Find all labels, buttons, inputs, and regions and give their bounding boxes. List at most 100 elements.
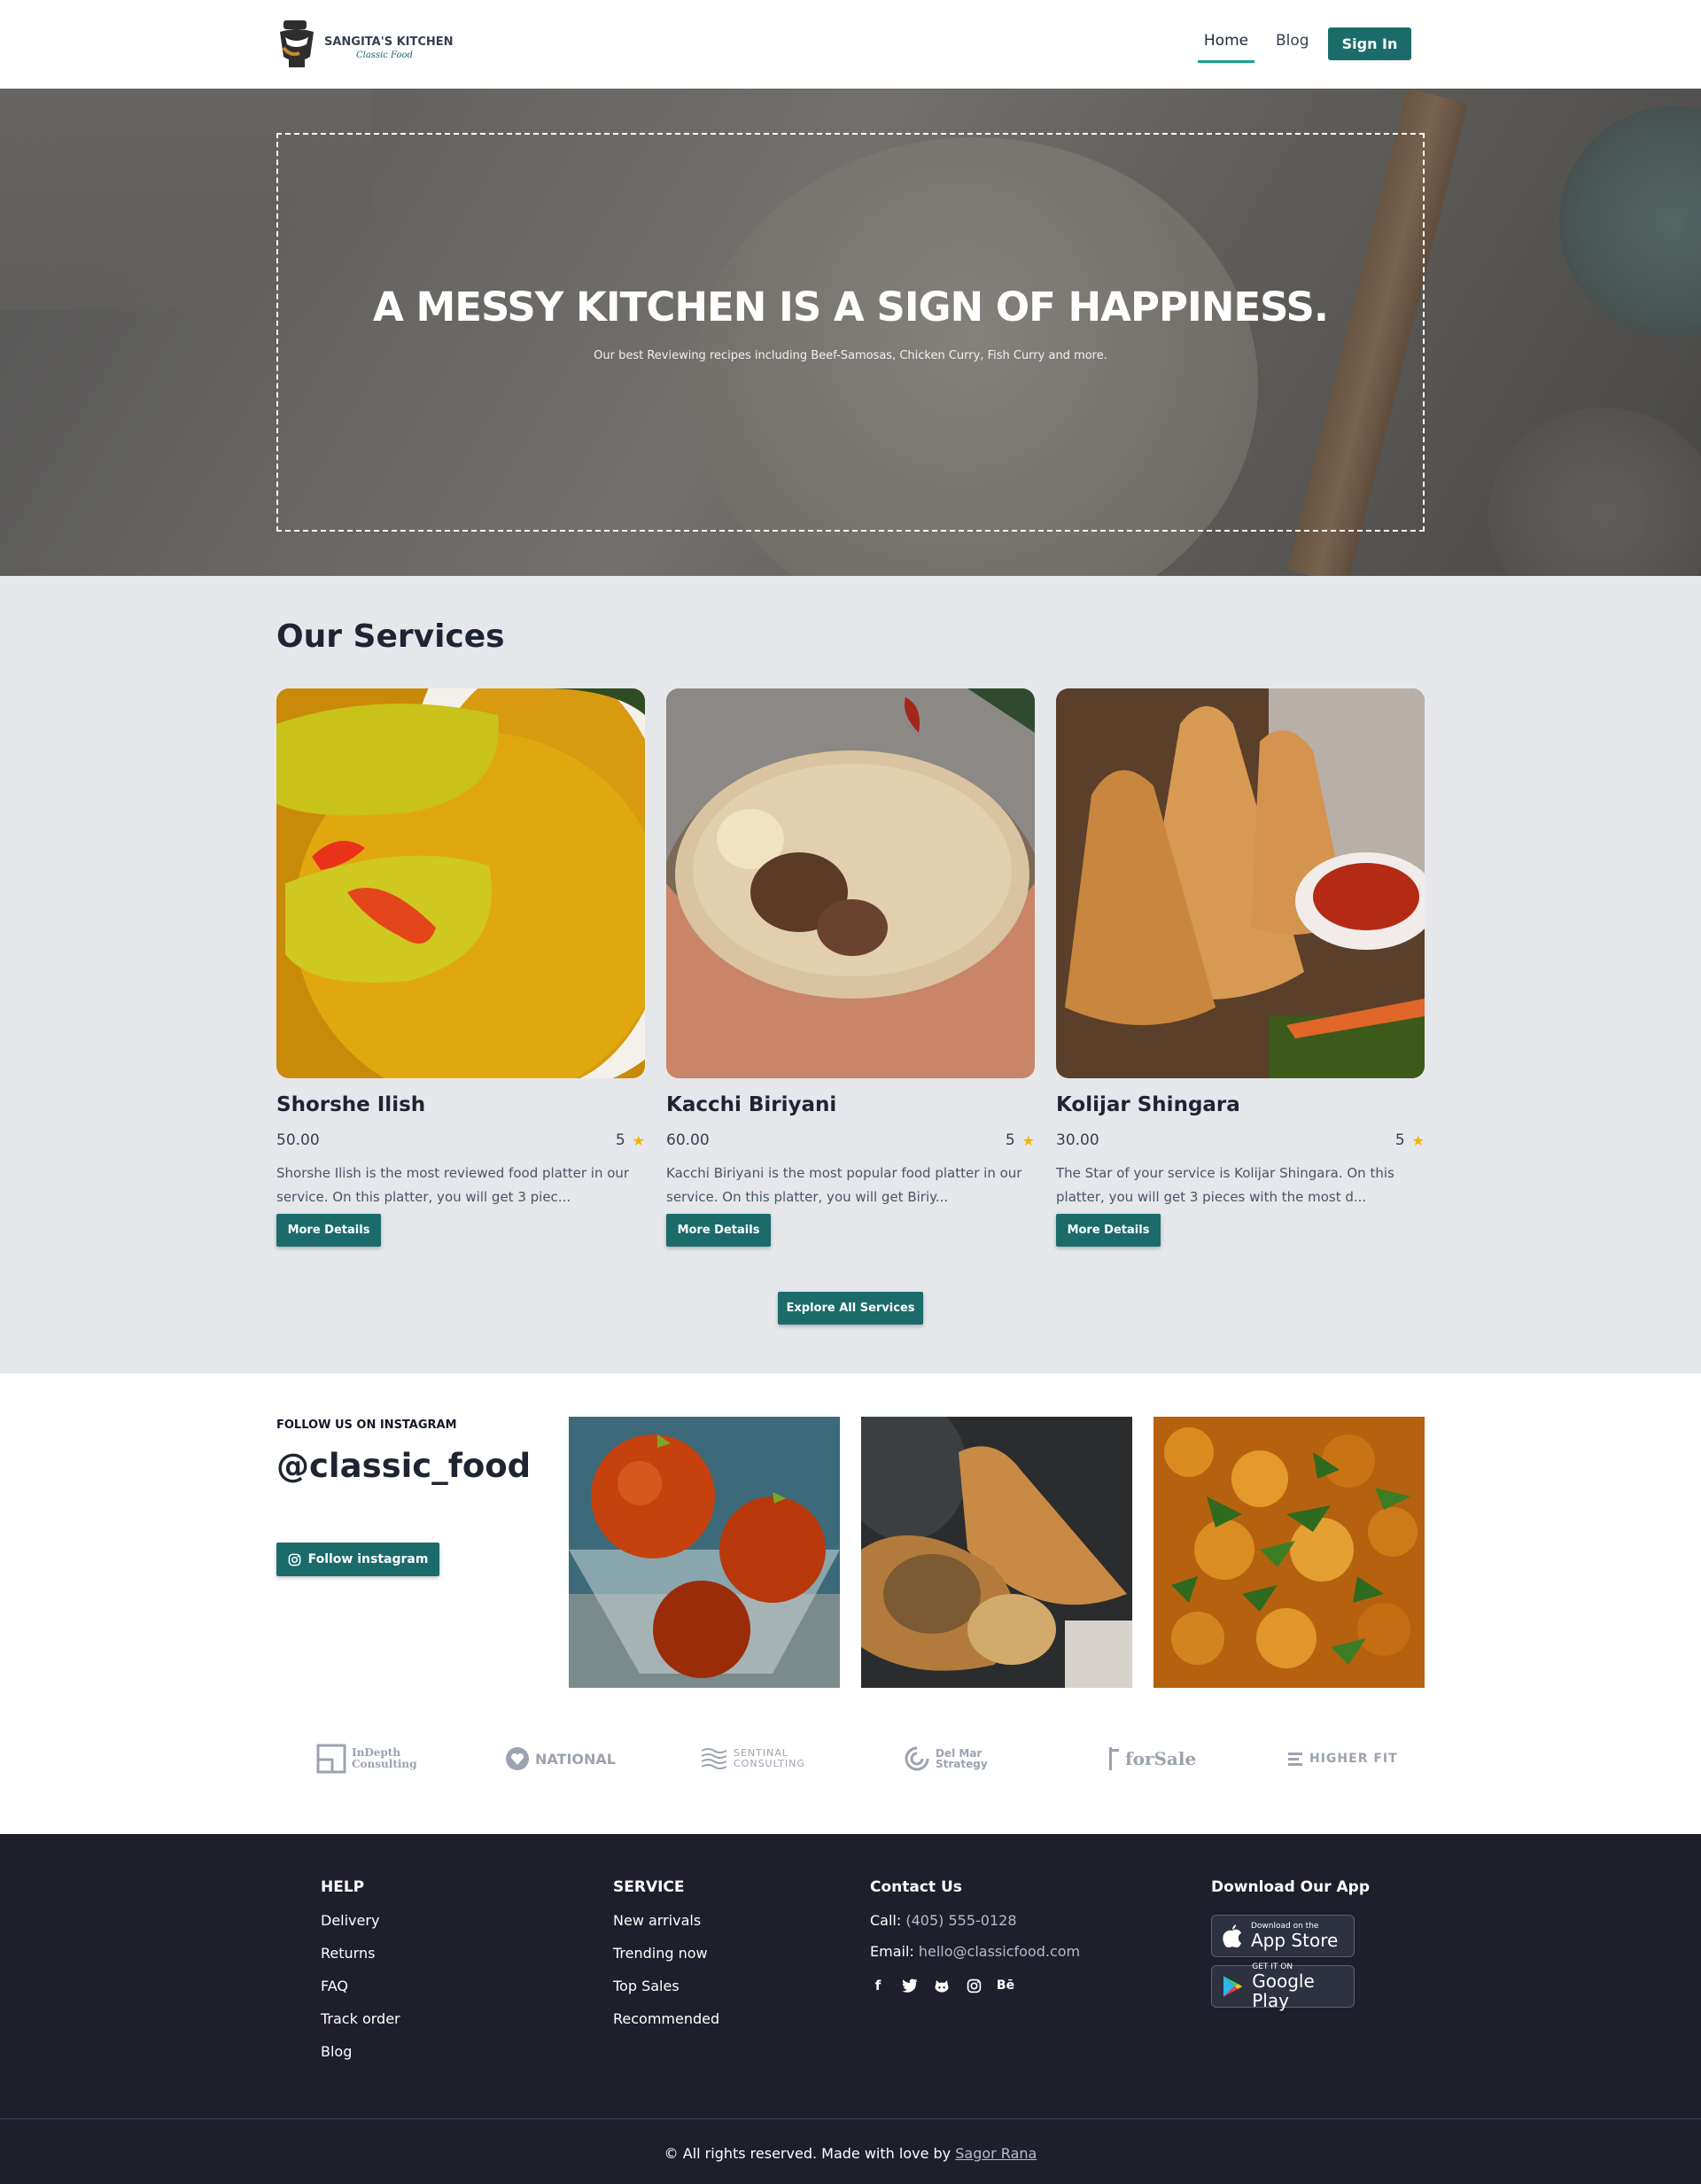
hero-subtitle: Our best Reviewing recipes including Bee… <box>594 349 1107 362</box>
rating-value: 5 <box>1394 1131 1405 1149</box>
hero-title: A MESSY KITCHEN IS A SIGN OF HAPPINESS. <box>372 284 1329 330</box>
footer-link-returns[interactable]: Returns <box>321 1945 400 1978</box>
copyright-text: © All rights reserved. Made with love by <box>664 2145 951 2162</box>
instagram-label: FOLLOW US ON INSTAGRAM <box>276 1418 457 1432</box>
service-card-name: Shorshe Ilish <box>276 1093 426 1116</box>
footer-help-heading: HELP <box>321 1878 365 1896</box>
author-link[interactable]: Sagor Rana <box>955 2145 1037 2162</box>
brand-logo-national: NATIONAL <box>505 1737 616 1781</box>
email-address[interactable]: hello@classicfood.com <box>919 1943 1080 1960</box>
footer-link-faq[interactable]: FAQ <box>321 1978 400 2010</box>
follow-instagram-button[interactable]: Follow instagram <box>276 1543 439 1576</box>
instagram-icon <box>288 1553 300 1566</box>
service-card-description: Shorshe Ilish is the most reviewed food … <box>276 1165 630 1205</box>
footer-link-delivery[interactable]: Delivery <box>321 1912 400 1945</box>
service-card: Kolijar Shingara 30.00 5 ★ The Star of y… <box>1056 688 1425 1255</box>
footer-contact-column: Contact Us Call: (405) 555-0128 Email: h… <box>870 1878 1080 1994</box>
phone-label: Call: <box>870 1912 902 1929</box>
kolijar-shingara-image <box>1056 688 1425 1078</box>
google-play-button[interactable]: GET IT ON Google Play <box>1211 1962 1355 2011</box>
behance-icon[interactable]: Bē <box>997 1978 1014 1994</box>
brand-text: CONSULTING <box>734 1758 805 1769</box>
service-card-name: Kacchi Biriyani <box>666 1093 837 1116</box>
star-icon: ★ <box>1411 1131 1425 1149</box>
indepth-icon <box>316 1744 346 1774</box>
rating-value: 5 <box>615 1131 625 1149</box>
github-icon[interactable] <box>934 1978 950 1994</box>
partner-brands: InDepth Consulting NATIONAL SENTINAL CON… <box>276 1737 1425 1781</box>
nav-home-link[interactable]: Home <box>1198 32 1254 50</box>
instagram-photo-samosa[interactable] <box>861 1417 1132 1688</box>
footer-help-column: HELP Delivery Returns FAQ Track order Bl… <box>321 1878 400 2076</box>
app-store-button[interactable]: Download on the App Store <box>1211 1915 1355 1957</box>
footer-link-top-sales[interactable]: Top Sales <box>613 1978 719 2010</box>
service-card-price: 50.00 <box>276 1131 320 1149</box>
app-store-label: App Store <box>1251 1930 1339 1951</box>
sign-post-icon <box>1109 1747 1119 1770</box>
service-card-name: Kolijar Shingara <box>1056 1093 1240 1116</box>
footer-divider <box>0 2118 1701 2119</box>
instagram-photo-gulab-jamun[interactable] <box>569 1417 840 1688</box>
services-title: Our Services <box>276 618 505 655</box>
brand-logo[interactable]: SANGITA'S KITCHEN Classic Food <box>276 18 454 71</box>
brand-text: forSale <box>1125 1748 1197 1769</box>
service-card-rating: 5 ★ <box>1395 1131 1425 1149</box>
copyright: © All rights reserved. Made with love by… <box>0 2145 1701 2162</box>
footer-contact-heading: Contact Us <box>870 1878 962 1896</box>
footer-link-recommended[interactable]: Recommended <box>613 2010 719 2043</box>
footer-app-heading: Download Our App <box>1211 1878 1371 1896</box>
footer-link-blog[interactable]: Blog <box>321 2043 400 2076</box>
service-card-description: The Star of your service is Kolijar Shin… <box>1056 1165 1394 1205</box>
nav-active-indicator <box>1198 60 1254 63</box>
apple-icon <box>1223 1924 1241 1947</box>
service-card-rating: 5 ★ <box>1006 1131 1035 1149</box>
brand-text: HIGHER FIT <box>1309 1752 1398 1766</box>
brand-text: NATIONAL <box>535 1750 616 1768</box>
rating-value: 5 <box>1005 1131 1015 1149</box>
brand-logo-higherfit: HIGHER FIT <box>1288 1737 1398 1781</box>
footer-link-new-arrivals[interactable]: New arrivals <box>613 1912 719 1945</box>
phone-number[interactable]: (405) 555-0128 <box>905 1912 1016 1929</box>
heart-badge-icon <box>506 1747 529 1770</box>
footer-app-column: Download Our App <box>1211 1878 1370 1912</box>
footer-link-trending-now[interactable]: Trending now <box>613 1945 719 1978</box>
star-icon: ★ <box>632 1131 645 1149</box>
hero-banner: A MESSY KITCHEN IS A SIGN OF HAPPINESS. … <box>0 89 1701 576</box>
more-details-button[interactable]: More Details <box>1056 1214 1161 1247</box>
kacchi-biriyani-image <box>666 688 1035 1078</box>
service-card-rating: 5 ★ <box>616 1131 645 1149</box>
twitter-icon[interactable] <box>902 1978 918 1994</box>
footer-link-track-order[interactable]: Track order <box>321 2010 400 2043</box>
logo-title: SANGITA'S KITCHEN <box>324 35 454 49</box>
footer-service-column: SERVICE New arrivals Trending now Top Sa… <box>613 1878 719 2043</box>
footer-email: Email: hello@classicfood.com <box>870 1943 1080 1974</box>
explore-all-services-button[interactable]: Explore All Services <box>778 1292 923 1325</box>
instagram-handle: @classic_food <box>276 1447 532 1485</box>
service-card-price: 60.00 <box>666 1131 710 1149</box>
follow-instagram-label: Follow instagram <box>307 1552 429 1566</box>
service-card-price: 30.00 <box>1056 1131 1099 1149</box>
nav-blog-link[interactable]: Blog <box>1276 32 1309 50</box>
instagram-social-icon[interactable] <box>966 1978 982 1994</box>
email-label: Email: <box>870 1943 914 1960</box>
brand-logo-forsale: forSale <box>1107 1737 1196 1781</box>
brand-logo-indepth: InDepth Consulting <box>316 1737 417 1781</box>
site-footer: HELP Delivery Returns FAQ Track order Bl… <box>0 1834 1701 2184</box>
google-play-label: Google Play <box>1252 1970 1315 2011</box>
footer-phone: Call: (405) 555-0128 <box>870 1912 1080 1943</box>
brand-logo-delmar: Del Mar Strategy <box>904 1737 988 1781</box>
brand-text: Strategy <box>936 1758 988 1770</box>
sign-in-button[interactable]: Sign In <box>1328 27 1411 60</box>
instagram-photo-curry[interactable] <box>1153 1417 1425 1688</box>
service-card: Shorshe Ilish 50.00 5 ★ Shorshe Ilish is… <box>276 688 645 1255</box>
more-details-button[interactable]: More Details <box>666 1214 771 1247</box>
social-links: f Bē <box>870 1978 1080 1994</box>
star-icon: ★ <box>1021 1131 1035 1149</box>
services-section: Our Services Shorshe Ilish 50.00 5 ★ Sho… <box>0 576 1701 1373</box>
brand-logo-sentinal: SENTINAL CONSULTING <box>700 1737 805 1781</box>
stacked-bars-icon <box>1288 1753 1302 1766</box>
logo-subtitle: Classic Food <box>356 51 413 60</box>
more-details-button[interactable]: More Details <box>276 1214 381 1247</box>
facebook-icon[interactable]: f <box>870 1978 886 1994</box>
swirl-icon <box>905 1746 929 1771</box>
